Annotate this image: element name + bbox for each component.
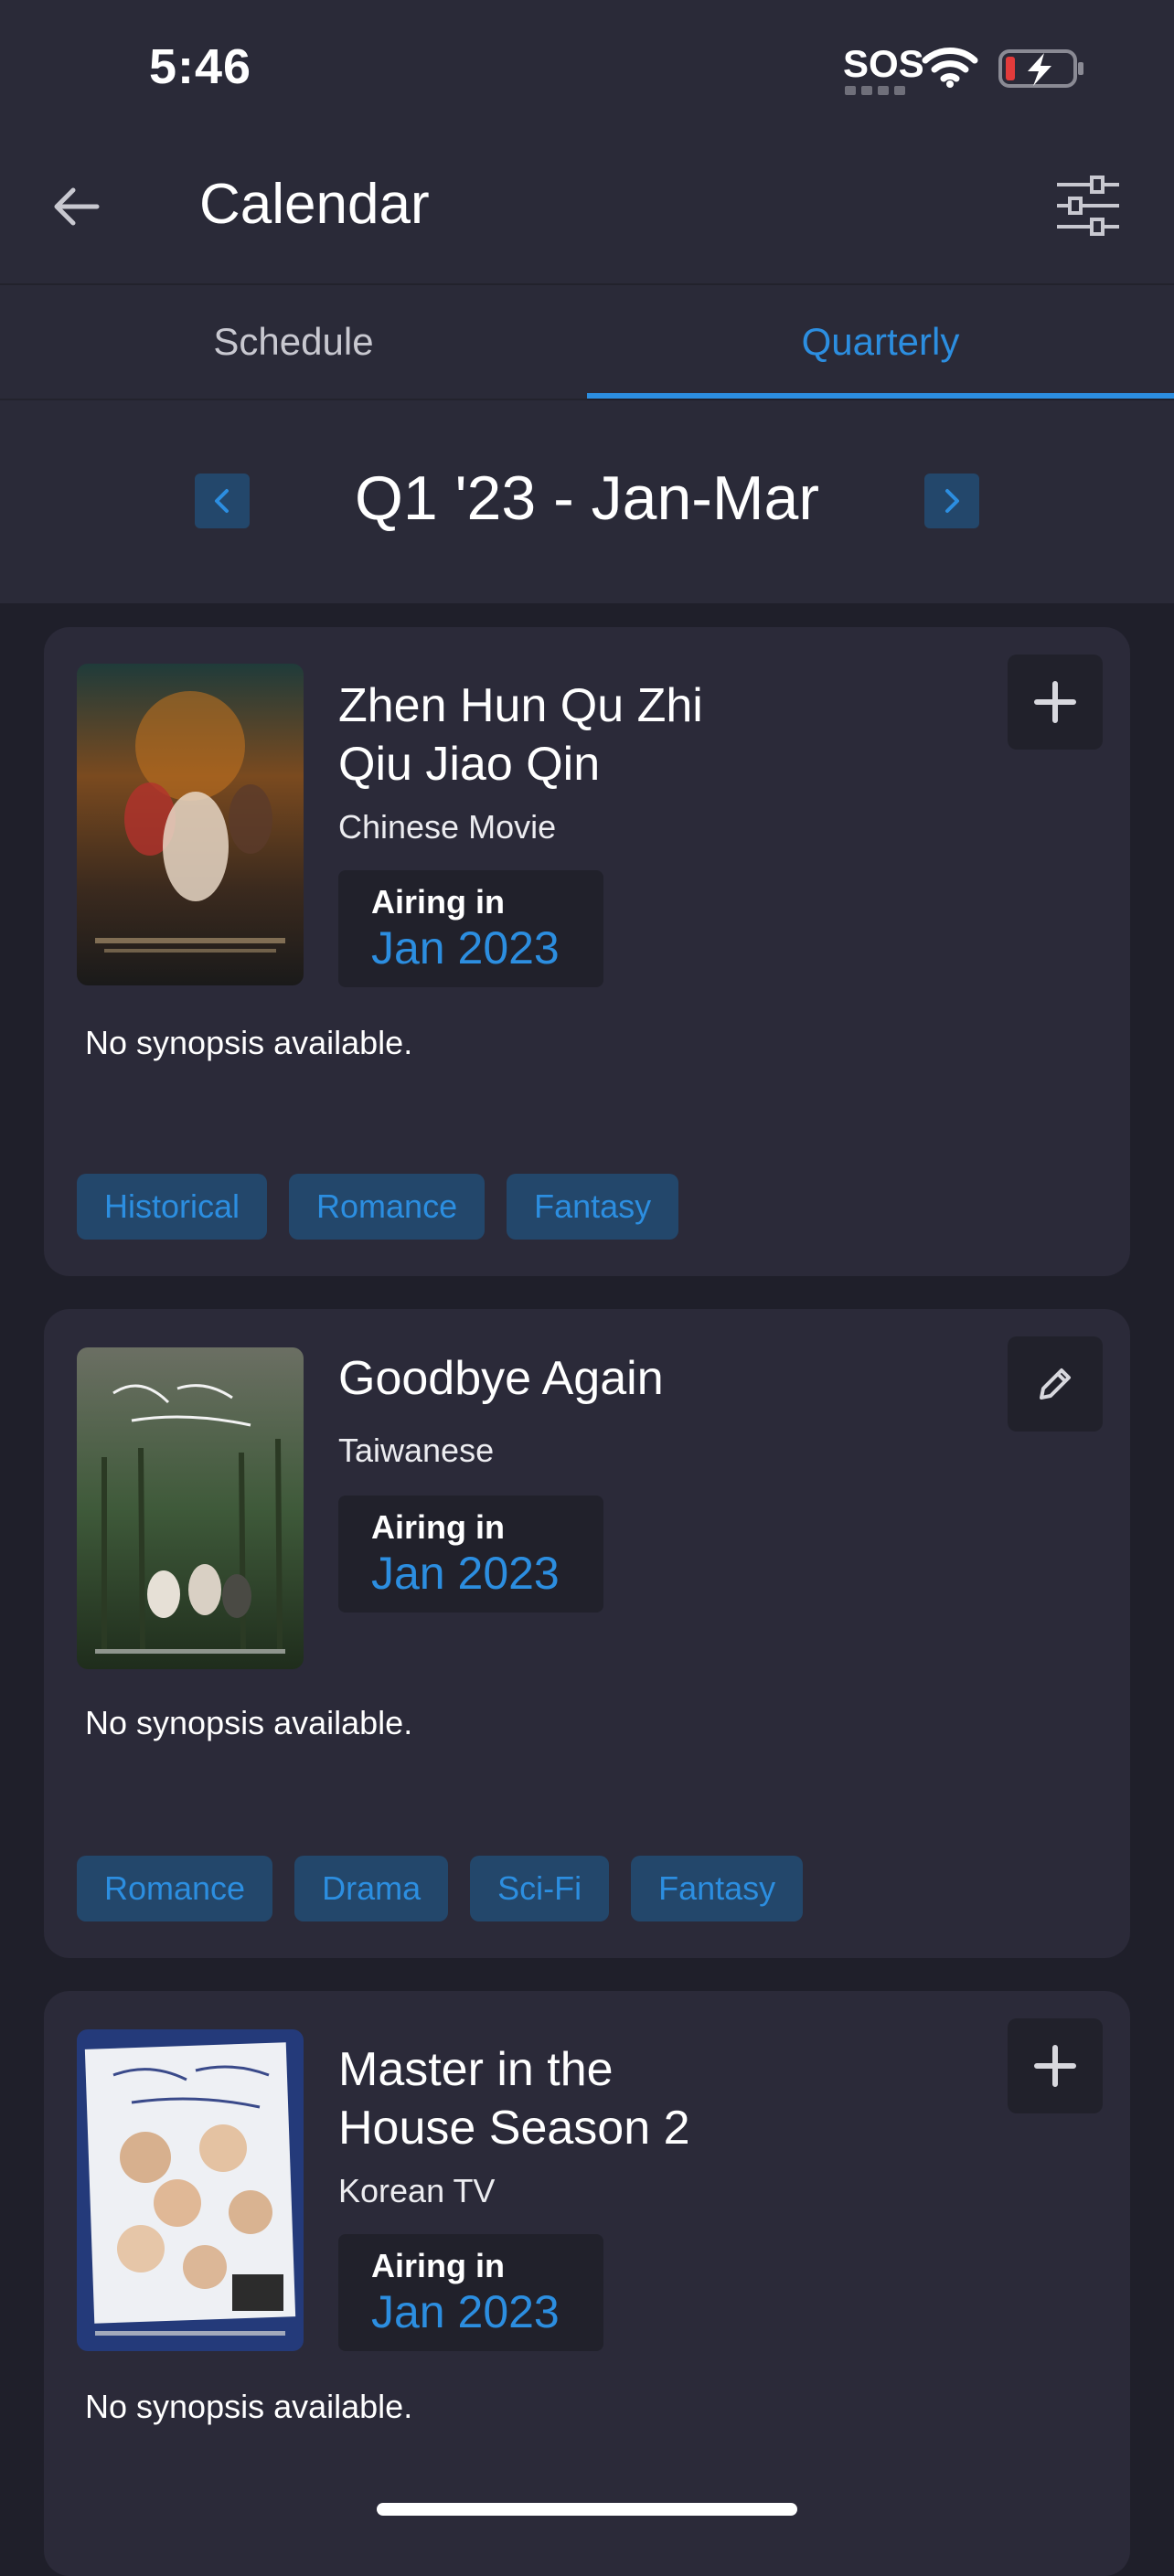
airing-date: Jan 2023	[371, 1548, 560, 1599]
show-type: Chinese Movie	[338, 808, 557, 846]
show-title-line: Master in the	[338, 2043, 614, 2096]
next-quarter-button[interactable]	[924, 474, 979, 528]
wifi-icon	[922, 48, 978, 88]
synopsis: No synopsis available.	[85, 2388, 413, 2425]
chevron-right-icon	[945, 489, 959, 513]
show-title-line: Goodbye Again	[338, 1352, 664, 1405]
show-card[interactable]: Goodbye Again Taiwanese Airing in Jan 20…	[44, 1309, 1130, 1958]
active-tab-indicator	[587, 393, 1174, 399]
airing-label: Airing in	[371, 883, 505, 921]
show-card[interactable]: Zhen Hun Qu Zhi Qiu Jiao Qin Chinese Mov…	[44, 627, 1130, 1276]
genre-tag[interactable]: Drama	[294, 1856, 449, 1921]
show-title-line: Qiu Jiao Qin	[338, 738, 601, 791]
synopsis: No synopsis available.	[85, 1704, 413, 1741]
airing-box: Airing in Jan 2023	[338, 2234, 603, 2351]
show-title: Master in the House Season 2	[338, 2040, 690, 2157]
airing-date: Jan 2023	[371, 2286, 560, 2337]
tab-bar: Schedule Quarterly	[0, 285, 1174, 399]
show-card[interactable]: Master in the House Season 2 Korean TV A…	[44, 1991, 1130, 2576]
poster-image[interactable]	[77, 664, 304, 985]
quarter-label: Q1 '23 - Jan-Mar	[354, 463, 820, 533]
add-button[interactable]	[1008, 2018, 1103, 2113]
airing-box: Airing in Jan 2023	[338, 1496, 603, 1613]
battery-charging-icon	[998, 49, 1083, 88]
genre-tags: Romance Drama Sci-Fi Fantasy	[77, 1856, 804, 1921]
airing-date: Jan 2023	[371, 922, 560, 974]
page-title: Calendar	[199, 173, 430, 236]
sos-indicator: SOS	[843, 42, 924, 85]
airing-label: Airing in	[371, 2247, 505, 2284]
signal-dots	[845, 86, 909, 95]
poster-image[interactable]	[77, 1347, 304, 1669]
tab-schedule[interactable]: Schedule	[0, 285, 587, 399]
show-title-line: Zhen Hun Qu Zhi	[338, 679, 703, 732]
pencil-icon	[1040, 1368, 1071, 1400]
tab-quarterly[interactable]: Quarterly	[587, 285, 1174, 399]
plus-icon	[1034, 2045, 1076, 2087]
genre-tag[interactable]: Historical	[77, 1174, 268, 1240]
status-time: 5:46	[149, 39, 252, 94]
airing-box: Airing in Jan 2023	[338, 870, 603, 987]
sliders-icon[interactable]	[1051, 174, 1125, 238]
genre-tags: Historical Romance Fantasy	[77, 1174, 679, 1240]
genre-tag[interactable]: Romance	[289, 1174, 486, 1240]
plus-icon	[1034, 681, 1076, 723]
synopsis: No synopsis available.	[85, 1024, 413, 1061]
show-type: Korean TV	[338, 2172, 496, 2209]
home-indicator[interactable]	[377, 2503, 797, 2516]
genre-tag[interactable]: Sci-Fi	[470, 1856, 610, 1921]
genre-tag[interactable]: Fantasy	[507, 1174, 679, 1240]
show-title: Zhen Hun Qu Zhi Qiu Jiao Qin	[338, 676, 703, 793]
genre-tag[interactable]: Romance	[77, 1856, 273, 1921]
genre-tag[interactable]: Fantasy	[631, 1856, 804, 1921]
app-bar	[0, 137, 1174, 283]
show-title: Goodbye Again	[338, 1349, 664, 1408]
add-button[interactable]	[1008, 655, 1103, 750]
show-type: Taiwanese	[338, 1432, 495, 1469]
poster-image[interactable]	[77, 2029, 304, 2351]
edit-button[interactable]	[1008, 1336, 1103, 1432]
arrow-left-icon[interactable]	[48, 177, 106, 236]
airing-label: Airing in	[371, 1508, 505, 1546]
show-title-line: House Season 2	[338, 2102, 690, 2155]
